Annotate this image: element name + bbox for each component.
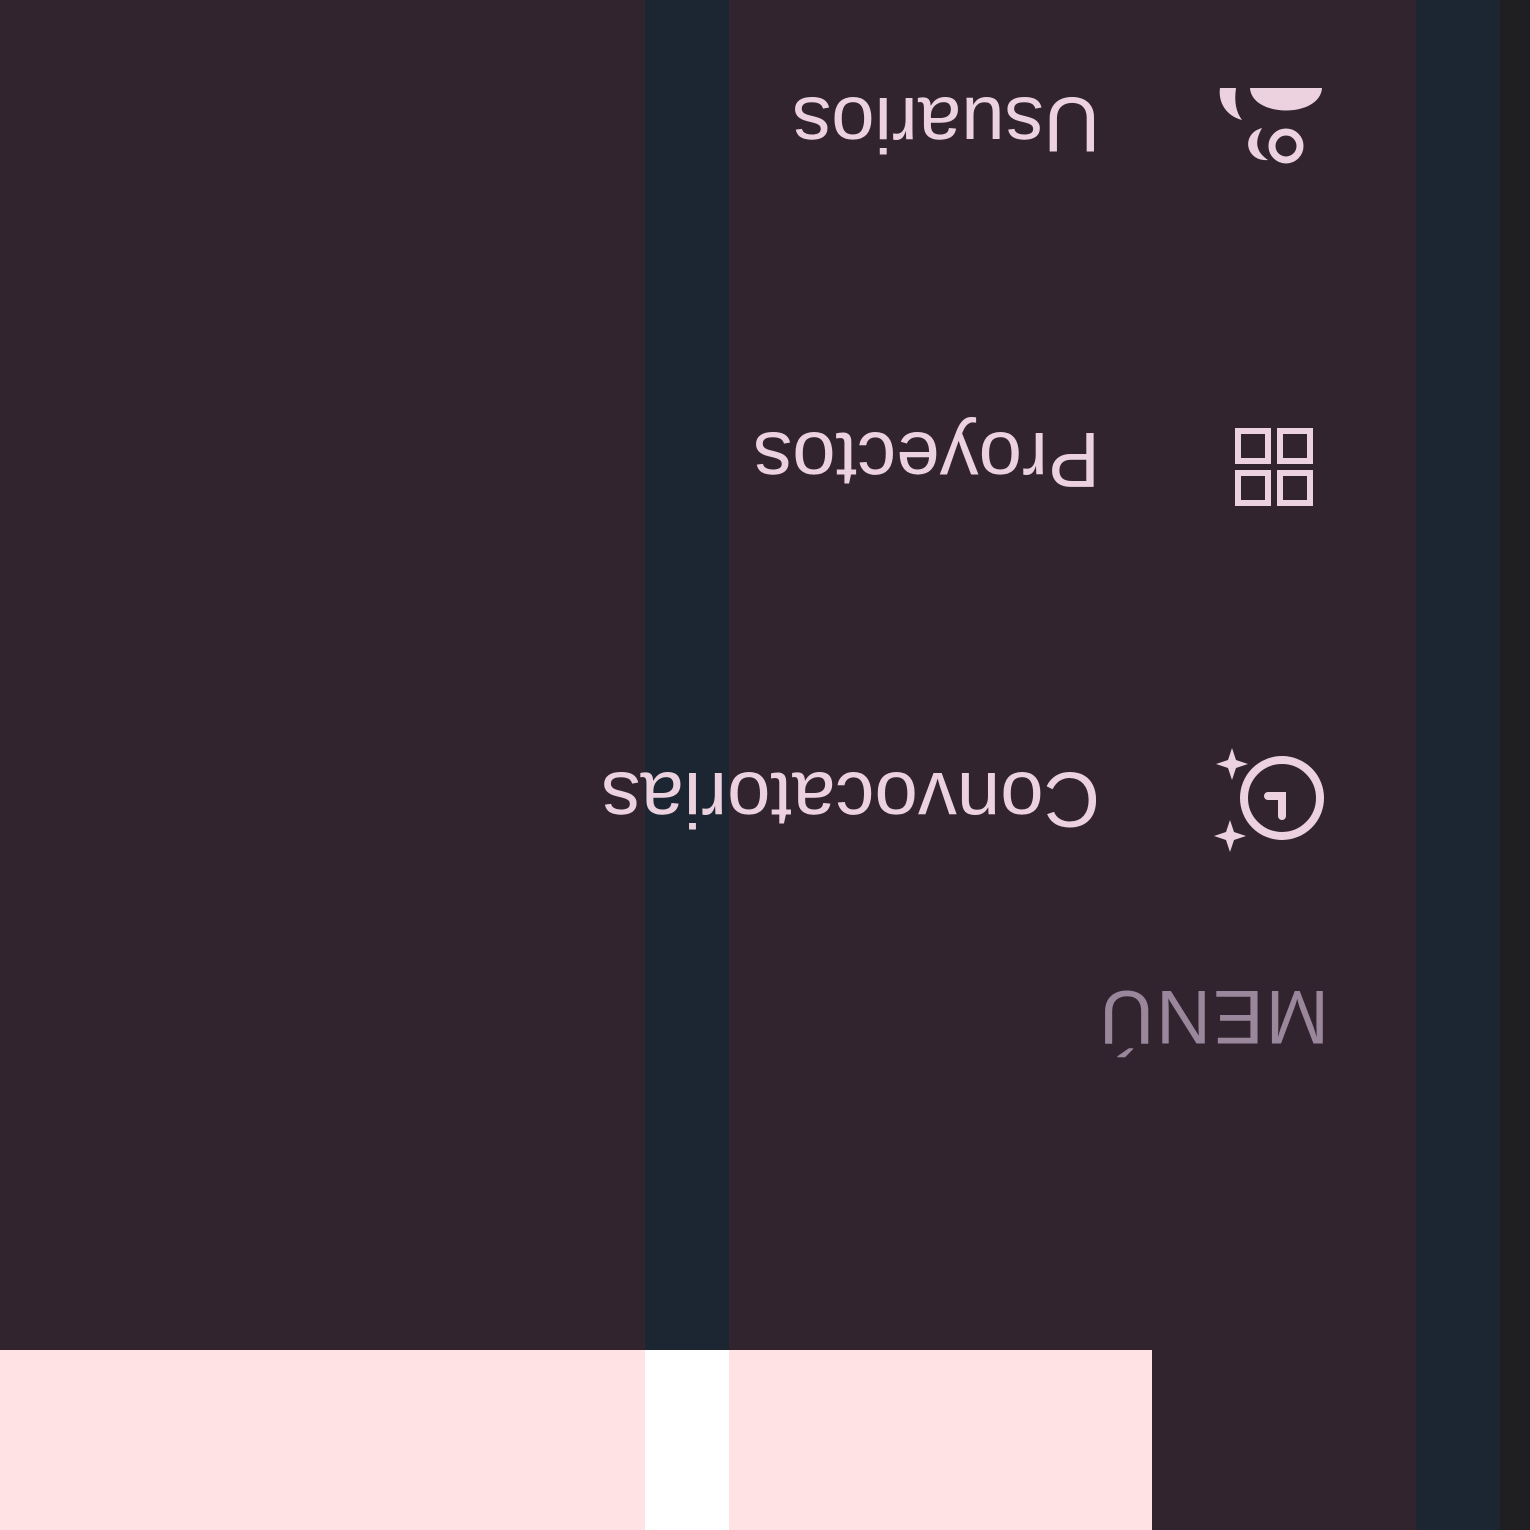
window-edge <box>1500 0 1530 1530</box>
grid-icon <box>1210 405 1330 515</box>
sidebar-item-convocatorias[interactable]: Convocatorias <box>601 745 1330 855</box>
rotated-screen: MENÚ Convocatorias Proyectos Usuarios <box>0 0 1530 1530</box>
column-divider-left <box>1416 0 1500 1530</box>
sidebar-item-proyectos[interactable]: Proyectos <box>753 405 1330 515</box>
content-header-gap <box>645 1350 729 1530</box>
sidebar-item-label: Proyectos <box>753 416 1100 505</box>
menu-section-label: MENÚ <box>1097 974 1329 1059</box>
sidebar-item-usuarios[interactable]: Usuarios <box>792 70 1330 180</box>
content-header-area <box>0 1350 1152 1530</box>
sidebar-item-label: Usuarios <box>792 81 1100 170</box>
sidebar-item-label: Convocatorias <box>601 756 1100 845</box>
clock-sparkle-icon <box>1210 745 1330 855</box>
users-icon <box>1210 70 1330 180</box>
